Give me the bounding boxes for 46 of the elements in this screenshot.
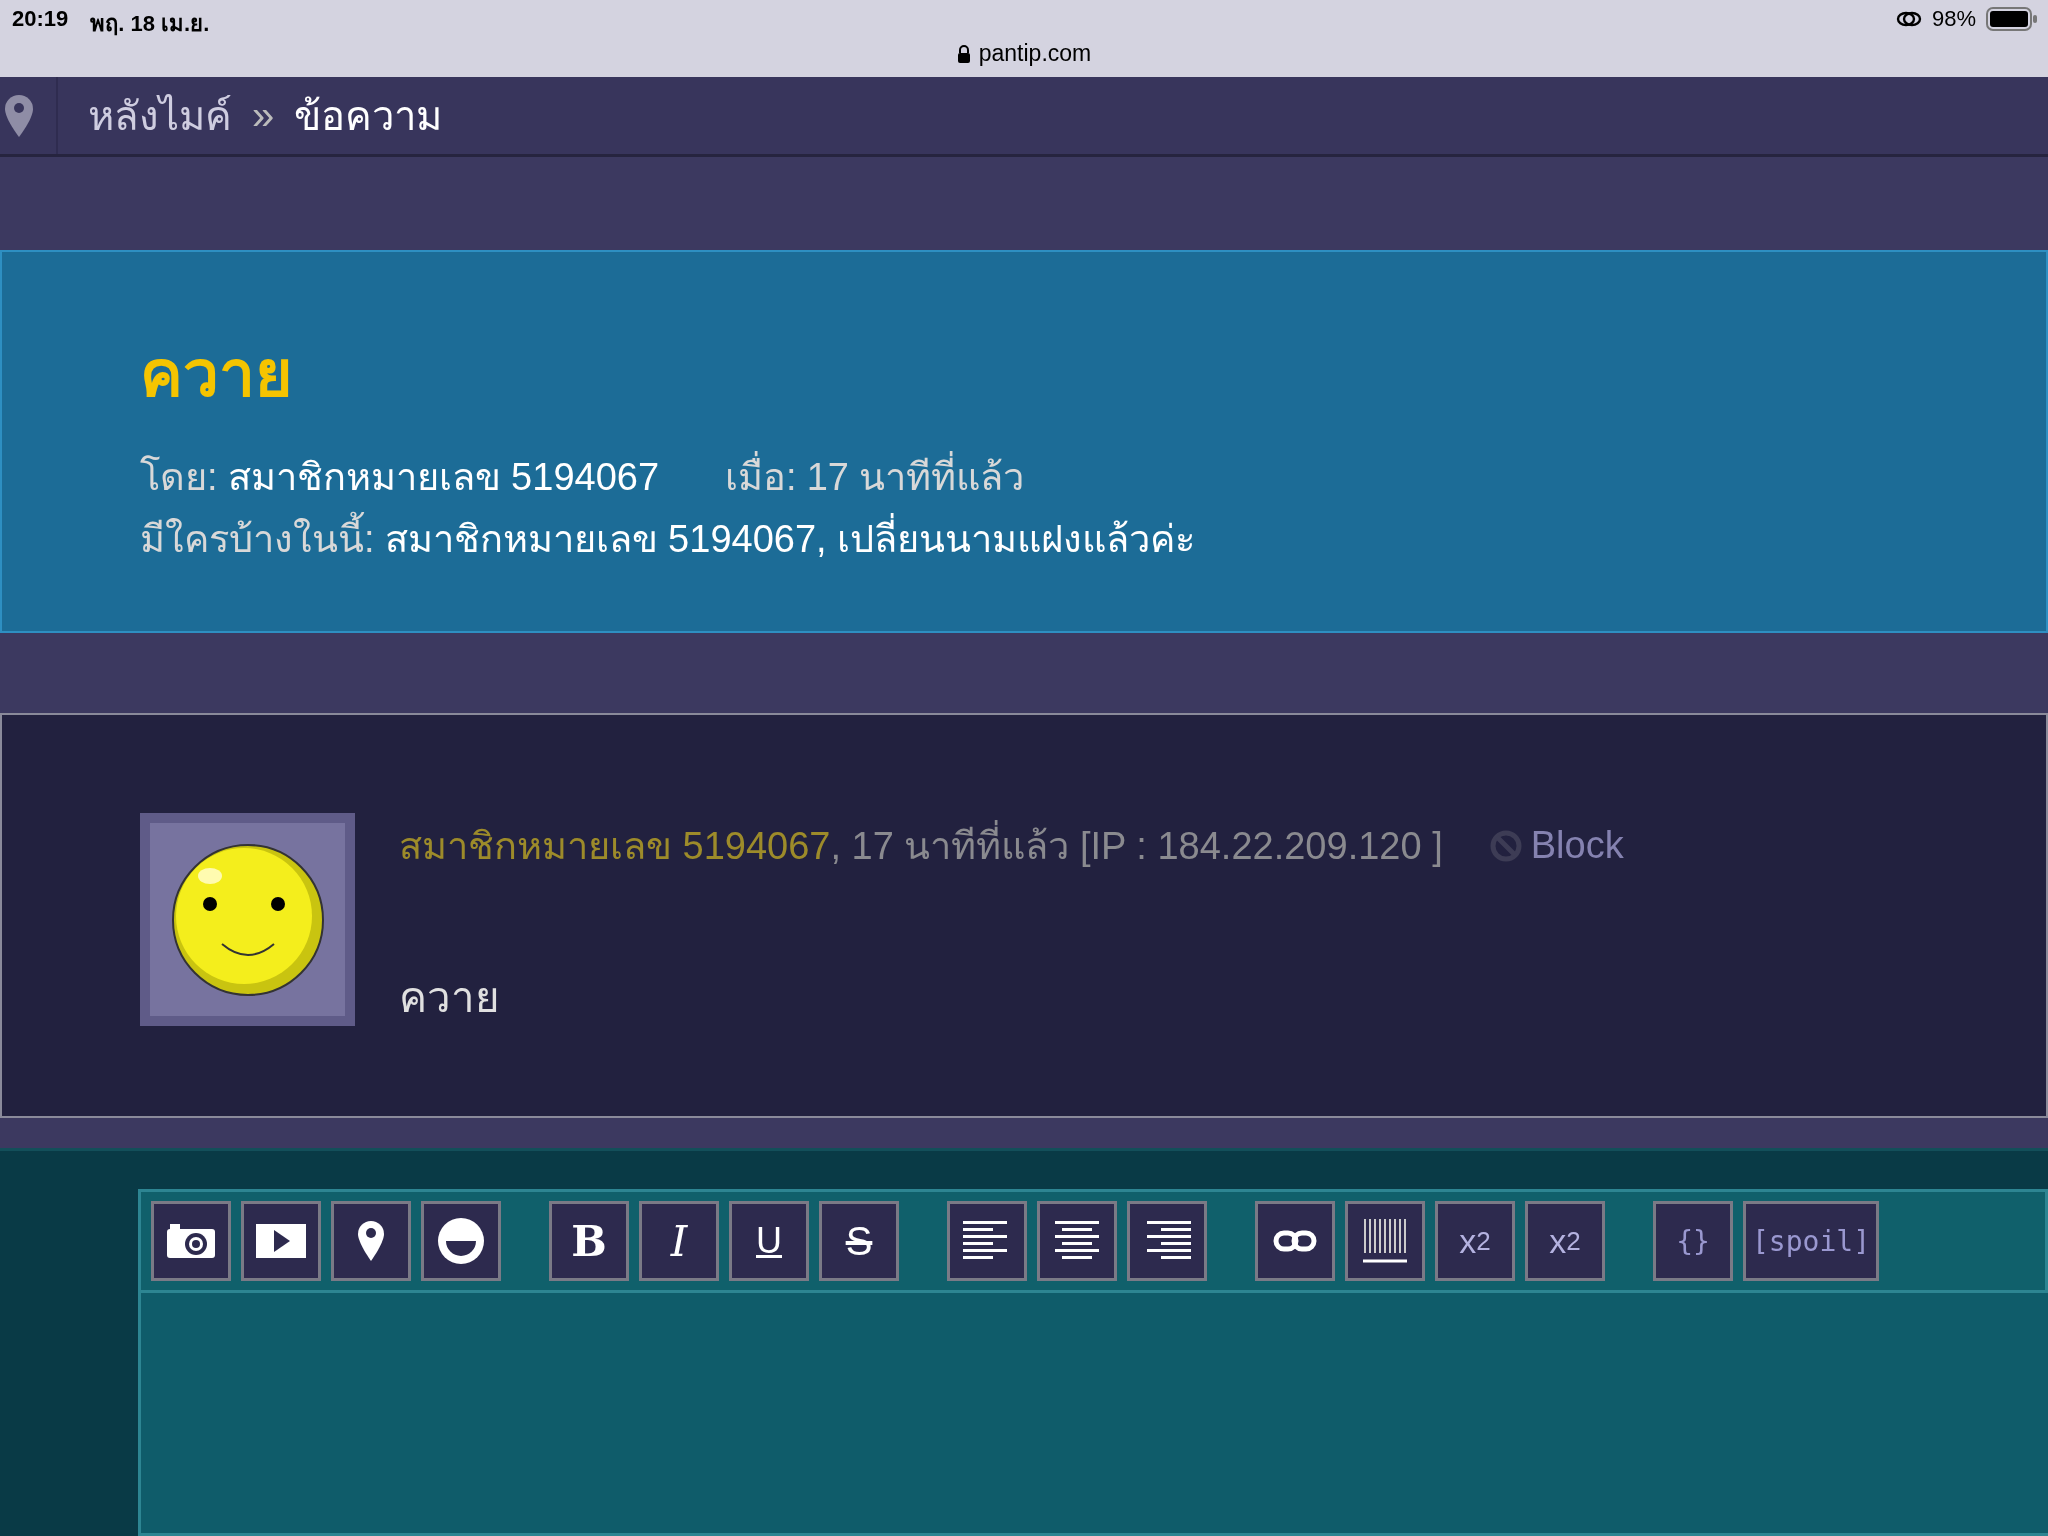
strikethrough-button[interactable]: S bbox=[819, 1201, 899, 1281]
align-center-icon bbox=[1053, 1221, 1101, 1261]
video-button[interactable] bbox=[241, 1201, 321, 1281]
url-text[interactable]: pantip.com bbox=[978, 40, 1092, 67]
battery-icon bbox=[1986, 7, 2038, 31]
battery-percent: 98% bbox=[1931, 6, 1976, 32]
link-status-icon bbox=[1895, 9, 1922, 29]
italic-button[interactable]: I bbox=[639, 1201, 719, 1281]
message-text: ควาย bbox=[399, 973, 501, 1024]
play-icon bbox=[256, 1224, 306, 1258]
members-list: สมาชิกหมายเลข 5194067, เปลี่ยนนามแฝงแล้วค่ะ bbox=[384, 508, 1196, 571]
post-meta: , 17 นาทีที่แล้ว [IP : 184.22.209.120 ] bbox=[830, 815, 1443, 877]
underline-button[interactable]: U bbox=[729, 1201, 809, 1281]
emoji-icon bbox=[437, 1217, 485, 1265]
camera-button[interactable] bbox=[151, 1201, 231, 1281]
code-button[interactable]: [spoil] bbox=[1743, 1201, 1879, 1281]
breadcrumb-separator: » bbox=[252, 93, 275, 139]
map-pin-icon bbox=[4, 93, 34, 138]
link-icon bbox=[1273, 1230, 1317, 1252]
barcode-icon bbox=[1361, 1217, 1409, 1265]
post-author[interactable]: สมาชิกหมายเลข 5194067 bbox=[399, 815, 831, 877]
align-center-button[interactable] bbox=[1037, 1201, 1117, 1281]
align-left-button[interactable] bbox=[947, 1201, 1027, 1281]
link-button[interactable] bbox=[1255, 1201, 1335, 1281]
breadcrumb-item[interactable]: หลังไมค์ bbox=[88, 83, 232, 148]
breadcrumb-item[interactable]: ข้อความ bbox=[294, 83, 443, 148]
block-icon bbox=[1488, 828, 1523, 863]
members-label: มีใครบ้างในนี้: bbox=[140, 508, 375, 571]
emoji-button[interactable] bbox=[421, 1201, 501, 1281]
pin-button[interactable] bbox=[331, 1201, 411, 1281]
posted-time: 17 นาทีที่แล้ว bbox=[806, 446, 1025, 509]
author-name[interactable]: สมาชิกหมายเลข 5194067 bbox=[227, 446, 660, 509]
align-right-button[interactable] bbox=[1127, 1201, 1207, 1281]
time-label: เมื่อ: bbox=[725, 446, 797, 509]
bold-button[interactable]: B bbox=[549, 1201, 629, 1281]
author-label: โดย: bbox=[140, 454, 218, 501]
block-link[interactable]: Block bbox=[1488, 824, 1624, 868]
status-date: พฤ. 18 เม.ย. bbox=[90, 10, 210, 38]
message-input[interactable] bbox=[138, 1293, 2048, 1536]
map-pin-icon bbox=[357, 1220, 385, 1262]
code-button[interactable]: {} bbox=[1653, 1201, 1733, 1281]
barcode-button[interactable] bbox=[1345, 1201, 1425, 1281]
topic-title: ควาย bbox=[140, 342, 294, 407]
camera-icon bbox=[166, 1223, 216, 1259]
lock-icon bbox=[956, 44, 971, 63]
clock-time: 20:19 bbox=[12, 6, 69, 33]
